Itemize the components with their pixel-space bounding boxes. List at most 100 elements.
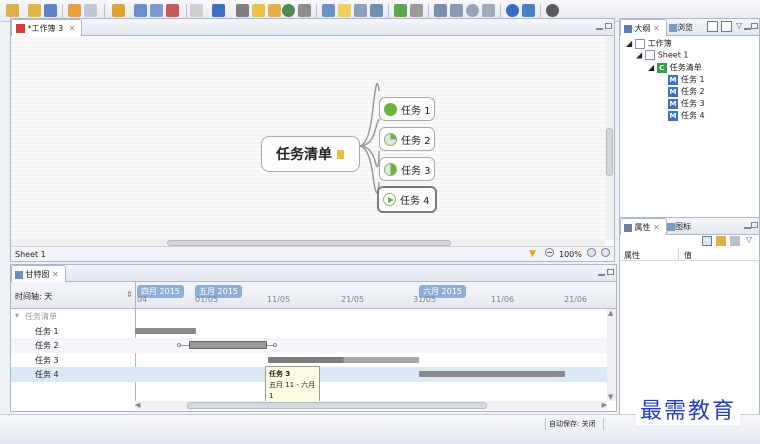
tab-icons[interactable]: 图标	[667, 221, 691, 232]
save-icon[interactable]	[44, 4, 57, 17]
tree-sheet[interactable]: ◢ Sheet 1	[636, 50, 688, 60]
tree-item-task-4[interactable]: M 任务 4	[668, 110, 705, 121]
image-icon[interactable]	[212, 4, 225, 17]
gantt-row-task-1[interactable]: 任务 1	[11, 324, 611, 339]
categories-icon[interactable]	[702, 236, 712, 246]
zoom-out-icon[interactable]: −	[545, 248, 554, 257]
gantt-row-task-3[interactable]: 任务 3	[11, 353, 611, 368]
share-icon[interactable]	[506, 4, 519, 17]
close-icon[interactable]: ✕	[653, 223, 660, 232]
presentation-icon[interactable]	[322, 4, 335, 17]
vertical-scroll-thumb[interactable]	[606, 128, 613, 176]
redo-icon[interactable]	[84, 4, 97, 17]
zoom-in-icon[interactable]	[587, 248, 596, 257]
zoom-fit-icon[interactable]	[601, 248, 610, 257]
topic-task-2[interactable]: 任务 2	[379, 127, 435, 151]
view-menu-icon[interactable]: ▽	[736, 21, 742, 30]
task-info-icon[interactable]	[394, 4, 407, 17]
maximize-button[interactable]	[751, 23, 758, 29]
central-topic[interactable]: 任务清单	[261, 136, 360, 172]
tab-outline[interactable]: 大纲 ✕	[620, 19, 667, 36]
task-bar[interactable]	[268, 356, 419, 363]
open-folder-icon[interactable]	[28, 4, 41, 17]
format-icon[interactable]	[482, 4, 495, 17]
tab-workbook[interactable]: *工作簿 3 ✕	[11, 19, 83, 36]
tab-browse[interactable]: 浏览	[669, 22, 693, 33]
insert-subtopic-icon[interactable]	[134, 4, 147, 17]
sheet-tab[interactable]: Sheet 1	[15, 250, 46, 259]
export-icon[interactable]	[522, 4, 535, 17]
maximize-button[interactable]	[607, 269, 614, 275]
tooltip-title: 任务 3	[269, 370, 291, 378]
tree-workbook[interactable]: ◢ 工作簿	[626, 38, 672, 49]
expand-icon[interactable]: ▾	[15, 311, 19, 320]
task-bar[interactable]	[419, 371, 565, 377]
topic-task-1[interactable]: 任务 1	[379, 97, 435, 121]
zoom-level: 100%	[559, 250, 582, 259]
scroll-down-icon[interactable]: ▼	[608, 393, 613, 401]
label-icon[interactable]	[268, 4, 281, 17]
tree-item-task-3[interactable]: M 任务 3	[668, 98, 705, 109]
gantt-icon[interactable]	[410, 4, 423, 17]
tree-item-task-2[interactable]: M 任务 2	[668, 86, 705, 97]
tree-item-task-1[interactable]: M 任务 1	[668, 74, 705, 85]
main-topic-icon: M	[668, 74, 678, 85]
new-workbook-icon[interactable]	[6, 4, 19, 17]
scroll-right-icon[interactable]: ▶	[602, 401, 607, 409]
restore-default-icon[interactable]	[730, 236, 740, 246]
close-icon[interactable]: ✕	[653, 24, 660, 33]
style-icon[interactable]	[450, 4, 463, 17]
outline-view-icon[interactable]	[354, 4, 367, 17]
attachment-icon[interactable]	[236, 4, 249, 17]
gantt-scroll-thumb[interactable]	[187, 402, 487, 409]
topic-task-4[interactable]: 任务 4	[377, 186, 437, 213]
gantt-horizontal-scrollbar[interactable]: ◀ ▶	[135, 401, 607, 410]
minimize-button[interactable]	[744, 223, 751, 229]
scroll-left-icon[interactable]: ◀	[135, 401, 140, 409]
view-menu-icon[interactable]: ▽	[746, 235, 752, 244]
insert-callout-icon[interactable]	[150, 4, 163, 17]
settings-gear-icon[interactable]	[546, 4, 559, 17]
advanced-icon[interactable]	[716, 236, 726, 246]
drill-down-icon[interactable]	[370, 4, 383, 17]
scroll-up-icon[interactable]: ▲	[608, 309, 613, 317]
note-icon[interactable]	[252, 4, 265, 17]
group-label: 任务清单	[25, 312, 57, 321]
minimize-button[interactable]	[596, 24, 603, 30]
close-icon[interactable]: ✕	[52, 270, 59, 279]
gantt-row-task-2[interactable]: 任务 2	[11, 338, 611, 353]
filter-icon[interactable]: ▼	[529, 249, 536, 259]
layout-icon[interactable]	[434, 4, 447, 17]
maximize-button[interactable]	[605, 23, 612, 29]
task-bar[interactable]	[135, 327, 196, 334]
brainstorm-icon[interactable]	[338, 4, 351, 17]
drag-handle[interactable]	[273, 343, 277, 347]
gantt-group-row[interactable]: ▾ 任务清单	[11, 309, 611, 324]
link-editor-icon[interactable]	[707, 21, 718, 32]
gantt-vertical-scrollbar[interactable]: ▲ ▼	[607, 309, 616, 401]
minimize-button[interactable]	[598, 270, 605, 276]
tree-item-label: 任务 1	[681, 75, 705, 84]
timescale-spinner-icon[interactable]: ⇕	[126, 290, 133, 299]
drag-handle[interactable]	[177, 343, 181, 347]
undo-icon[interactable]	[68, 4, 81, 17]
insert-topic-icon[interactable]	[112, 4, 125, 17]
vertical-scrollbar[interactable]	[605, 36, 614, 240]
clock-icon[interactable]	[466, 4, 479, 17]
collapse-all-icon[interactable]	[721, 21, 732, 32]
properties-header: 属性 值	[620, 248, 759, 261]
mindmap-canvas[interactable]: 任务清单 任务 1 任务 2 任务 3 任务 4	[11, 36, 605, 240]
task-bar-selected[interactable]	[189, 341, 267, 349]
marker-icon[interactable]	[298, 4, 311, 17]
minimize-button[interactable]	[744, 24, 751, 30]
topic-task-3[interactable]: 任务 3	[379, 157, 435, 181]
tree-topic[interactable]: ◢ C 任务清单	[648, 62, 702, 73]
hyperlink-icon[interactable]	[282, 4, 295, 17]
close-icon[interactable]: ✕	[69, 24, 76, 33]
relationship-icon[interactable]	[166, 4, 179, 17]
maximize-button[interactable]	[751, 222, 758, 228]
tab-gantt[interactable]: 甘特图 ✕	[11, 265, 66, 282]
status-separator	[545, 418, 546, 430]
tab-properties[interactable]: 属性 ✕	[620, 218, 667, 235]
flag-icon[interactable]	[190, 4, 203, 17]
